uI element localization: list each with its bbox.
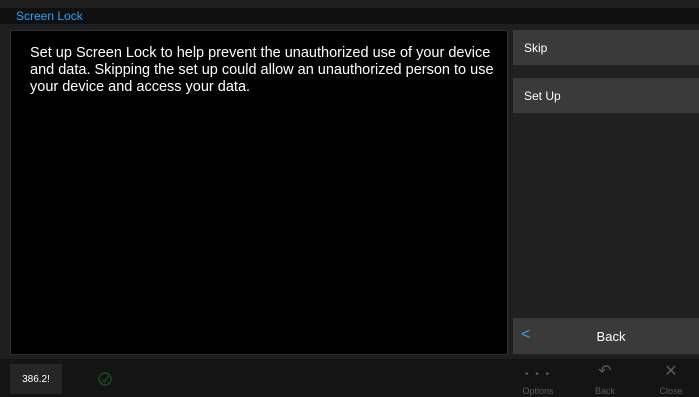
more-icon: • • •	[524, 369, 552, 380]
skip-button[interactable]: Skip	[513, 30, 699, 65]
back-button[interactable]: < Back	[513, 318, 699, 354]
bottom-bar: 386.2! • • • Options ↶ Back ✕ Close	[0, 359, 699, 397]
options-label: Options	[522, 386, 554, 396]
title-bar: Screen Lock	[0, 0, 699, 24]
frequency-readout[interactable]: 386.2!	[10, 364, 62, 394]
message-panel: Set up Screen Lock to help prevent the u…	[10, 30, 508, 355]
screen-lock-message: Set up Screen Lock to help prevent the u…	[30, 45, 494, 95]
back-arrow-icon: ↶	[598, 363, 612, 380]
set-up-button[interactable]: Set Up	[513, 78, 699, 113]
set-up-button-label: Set Up	[524, 88, 561, 103]
close-icon: ✕	[664, 363, 678, 380]
side-menu: Skip Set Up < Back	[513, 28, 699, 355]
signal-icon	[98, 372, 112, 386]
skip-button-label: Skip	[524, 40, 548, 55]
bottom-back-label: Back	[594, 386, 615, 396]
back-button-label: Back	[596, 328, 626, 344]
close-button[interactable]: ✕ Close	[641, 359, 699, 397]
bottom-back-button[interactable]: ↶ Back	[575, 359, 635, 397]
close-label: Close	[659, 386, 683, 396]
window-title: Screen Lock	[16, 9, 83, 23]
options-button[interactable]: • • • Options	[508, 359, 568, 397]
